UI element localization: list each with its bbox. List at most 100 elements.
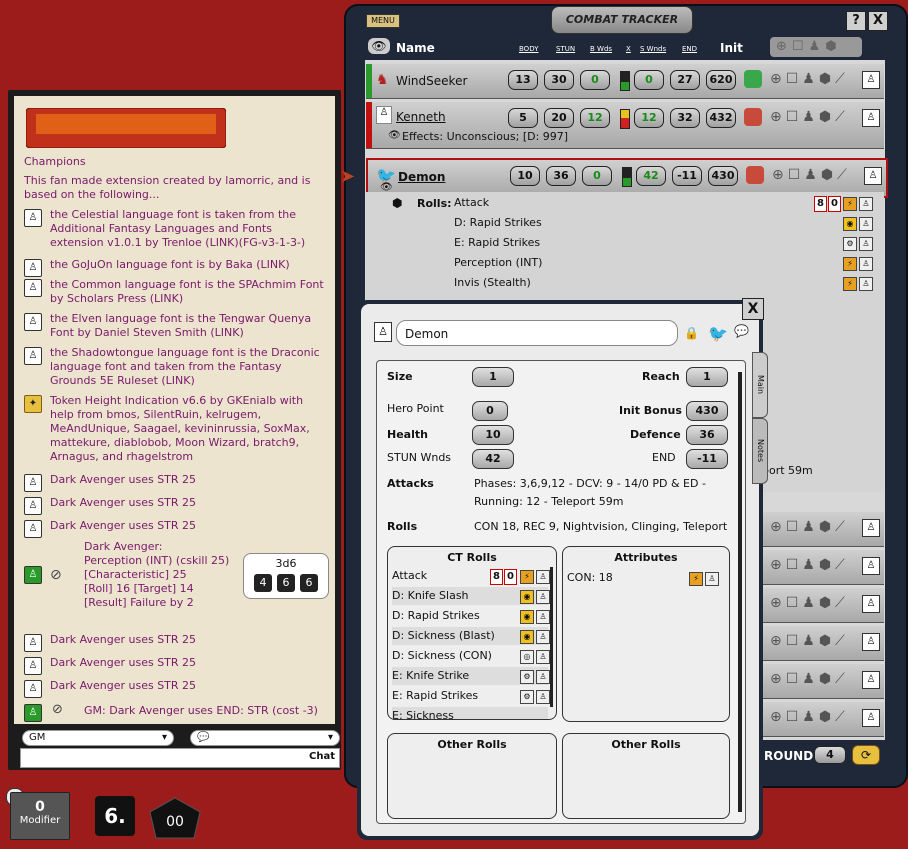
next-round-icon[interactable]: ⟳ (852, 745, 880, 765)
attack-box[interactable]: 8 (814, 196, 827, 212)
rolls-text[interactable]: CON 18, REC 9, Nightvision, Clinging, Te… (474, 520, 727, 533)
stat-bwds[interactable]: 0 (582, 166, 612, 186)
chat-entry-input[interactable]: Chat (20, 748, 340, 768)
ct-name[interactable]: Kenneth (396, 110, 446, 124)
eye-icon[interactable]: 👁 (388, 130, 401, 141)
round-value[interactable]: 4 (814, 746, 846, 764)
ct-row[interactable]: ⊕☐♟⬢⟋ ♙ (762, 550, 884, 585)
d100-dice-icon[interactable]: 00 (148, 796, 202, 842)
roll-icon[interactable]: ⚡ (843, 197, 857, 211)
modifier-box[interactable]: 0 Modifier (10, 792, 70, 840)
target-icon[interactable]: ♙ (705, 572, 719, 586)
visibility-eye-icon[interactable]: 👁 (368, 38, 390, 54)
end-value[interactable]: -11 (686, 449, 728, 469)
select-button[interactable]: ♙ (862, 71, 880, 89)
tab-notes[interactable]: Notes (752, 418, 768, 484)
ct-roll-row[interactable]: D: Rapid Strikes ◉ ♙ (392, 607, 550, 625)
ct-name[interactable]: WindSeeker (396, 74, 467, 88)
ct-roll-row[interactable]: E: Knife Strike ⚙ ♙ (392, 667, 550, 685)
target-icon[interactable]: ♙ (859, 257, 873, 271)
roll-item[interactable]: E: Rapid Strikes (454, 236, 540, 249)
ct-row-kenneth[interactable]: ♙ Kenneth 5 20 12 12 32 432 ⊕☐♟⬢⟋ ♙ 👁 Ef… (366, 102, 884, 149)
roll-icon[interactable]: ⚡ (520, 570, 534, 584)
ct-name[interactable]: Demon (398, 170, 445, 184)
ct-roll-row[interactable]: D: Sickness (Blast) ◉ ♙ (392, 627, 550, 645)
roll-item[interactable]: Perception (INT) (454, 256, 542, 269)
attack-box[interactable]: 0 (504, 569, 517, 585)
scrollbar[interactable] (550, 567, 553, 707)
chat-send-button[interactable]: Chat (309, 751, 335, 762)
stat-swds[interactable]: 12 (634, 108, 664, 128)
hero-value[interactable]: 0 (472, 401, 508, 421)
target-icon[interactable]: ♙ (859, 277, 873, 291)
roll-item[interactable]: D: Rapid Strikes (454, 216, 542, 229)
speech-bubble-icon[interactable]: 💬 (734, 324, 749, 338)
stat-body[interactable]: 10 (510, 166, 540, 186)
target-icon[interactable]: ♙ (859, 217, 873, 231)
target-icon[interactable]: ♙ (536, 570, 550, 584)
roll-icon[interactable]: ⚡ (843, 277, 857, 291)
roll-item[interactable]: Invis (Stealth) (454, 276, 531, 289)
ct-row[interactable]: ⊕☐♟⬢⟋ ♙ (762, 512, 884, 547)
sheet-close-button[interactable]: X (742, 298, 764, 320)
scrollbar[interactable] (738, 372, 742, 812)
hotkey-slot[interactable]: 6. (95, 796, 135, 836)
stat-init[interactable]: 432 (706, 108, 736, 128)
row-action-icons[interactable]: ⊕☐♟⬢⟋ (770, 71, 849, 87)
help-button[interactable]: ? (846, 11, 866, 31)
row-action-icons[interactable]: ⊕☐♟⬢⟋ (772, 167, 851, 183)
health-value[interactable]: 10 (472, 425, 514, 445)
stat-swds[interactable]: 0 (634, 70, 664, 90)
roll-icon[interactable]: ⚡ (843, 257, 857, 271)
target-icon[interactable]: ♙ (859, 237, 873, 251)
stat-swds[interactable]: 42 (636, 166, 666, 186)
eye-icon[interactable]: 👁 (380, 182, 393, 193)
stat-body[interactable]: 13 (508, 70, 538, 90)
stat-end[interactable]: -11 (672, 166, 702, 186)
select-button[interactable]: ♙ (864, 167, 882, 185)
stat-init[interactable]: 430 (708, 166, 738, 186)
roll-icon[interactable]: ◉ (843, 217, 857, 231)
ct-row[interactable]: ⊕☐♟⬢⟋ ♙ (762, 626, 884, 661)
stat-end[interactable]: 27 (670, 70, 700, 90)
ct-row-windseeker[interactable]: ♞ WindSeeker 13 30 0 0 27 620 ⊕☐♟⬢⟋ ♙ (366, 64, 884, 99)
defence-value[interactable]: 36 (686, 425, 728, 445)
attacks-text[interactable]: Phases: 3,6,9,12 - DCV: 9 - 14/0 PD & ED… (474, 477, 706, 490)
attribute-item[interactable]: CON: 18 (567, 571, 613, 584)
stat-stun[interactable]: 20 (544, 108, 574, 128)
lock-icon[interactable]: 🔒 (684, 326, 699, 340)
ct-row[interactable]: ⊕☐♟⬢⟋ ♙ (762, 702, 884, 737)
ct-roll-row[interactable]: E: Rapid Strikes ⚙ ♙ (392, 687, 550, 705)
row-action-icons[interactable]: ⊕☐♟⬢⟋ (770, 109, 849, 125)
stun-wounds-value[interactable]: 42 (472, 449, 514, 469)
sheet-name-field[interactable]: Demon (396, 320, 678, 346)
ct-roll-row[interactable]: D: Knife Slash ◉ ♙ (392, 587, 550, 605)
select-button[interactable]: ♙ (862, 109, 880, 127)
close-button[interactable]: X (868, 11, 888, 31)
roll-icon[interactable]: ⚡ (689, 572, 703, 586)
stat-bwds[interactable]: 0 (580, 70, 610, 90)
ct-roll-row[interactable]: E: Sickness (392, 707, 548, 719)
ct-roll-row[interactable]: D: Sickness (CON) ◎ ♙ (392, 647, 550, 665)
menu-button[interactable]: MENU (366, 14, 400, 28)
stat-end[interactable]: 32 (670, 108, 700, 128)
header-filter-icons[interactable]: ⊕☐♟⬢ (770, 37, 862, 57)
stat-init[interactable]: 620 (706, 70, 736, 90)
stat-stun[interactable]: 36 (546, 166, 576, 186)
stat-bwds[interactable]: 12 (580, 108, 610, 128)
ct-row[interactable]: ⊕☐♟⬢⟋ ♙ (762, 664, 884, 699)
identity-select[interactable]: GM ▾ (22, 730, 174, 746)
stat-body[interactable]: 5 (508, 108, 538, 128)
ct-roll-row[interactable]: Attack 8 0 ⚡ ♙ (392, 567, 550, 585)
attack-box[interactable]: 8 (490, 569, 503, 585)
target-icon[interactable]: ♙ (859, 197, 873, 211)
roll-icon[interactable]: ⚙ (843, 237, 857, 251)
reach-value[interactable]: 1 (686, 367, 728, 387)
language-select[interactable]: 💬 ▾ (190, 730, 340, 746)
stat-stun[interactable]: 30 (544, 70, 574, 90)
roll-attack[interactable]: Attack (454, 196, 489, 209)
attack-box[interactable]: 0 (828, 196, 841, 212)
ct-row[interactable]: ⊕☐♟⬢⟋ ♙ (762, 588, 884, 623)
tab-main[interactable]: Main (752, 352, 768, 418)
character-link-icon[interactable]: ♙ (374, 322, 392, 342)
